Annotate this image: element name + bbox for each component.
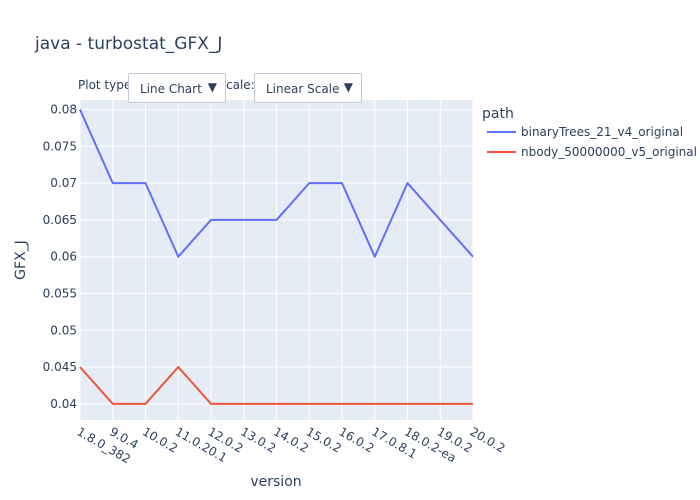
legend-entry: binaryTrees_21_v4_original (521, 125, 683, 139)
scale-value: Linear Scale (266, 82, 340, 96)
x-tick-label: 20.0.2 (468, 424, 508, 455)
y-tick-label: 0.075 (43, 139, 77, 153)
x-axis-title: version (250, 474, 301, 490)
plot-type-dropdown[interactable]: Line Chart ▼ (128, 73, 226, 103)
legend-entry: nbody_50000000_v5_original (521, 145, 697, 159)
x-tick-label: 14.0.2 (271, 424, 311, 455)
y-tick-label: 0.07 (50, 176, 77, 190)
x-axis-ticks: 1.8.0_3829.0.4 10.0.211.0.20.112.0.213.0.… (75, 424, 508, 466)
y-tick-label: 0.05 (50, 323, 77, 337)
y-tick-label: 0.045 (43, 360, 77, 374)
y-tick-label: 0.06 (50, 250, 77, 264)
chart-title: java - turbostat_GFX_J (35, 34, 223, 54)
legend-title: path (482, 106, 514, 122)
y-tick-label: 0.04 (50, 397, 77, 411)
x-tick-label: 15.0.2 (304, 424, 344, 455)
y-tick-label: 0.08 (50, 103, 77, 117)
plot-type-value: Line Chart (140, 82, 202, 96)
plot-type-label: Plot type (78, 78, 132, 92)
chevron-down-icon: ▼ (207, 80, 217, 94)
y-tick-label: 0.065 (43, 213, 77, 227)
chevron-down-icon: ▼ (343, 80, 353, 94)
x-tick-label: 13.0.2 (238, 424, 278, 455)
y-tick-label: 0.055 (43, 286, 77, 300)
x-tick-label: 10.0.2 (140, 424, 180, 455)
legend: path binaryTrees_21_v4_original nbody_500… (482, 106, 697, 159)
scale-dropdown[interactable]: Linear Scale ▼ (254, 73, 362, 103)
y-axis-title: GFX_J (13, 240, 29, 280)
x-tick-label: 16.0.2 (337, 424, 377, 455)
scale-label: cale: (226, 78, 255, 92)
y-axis-ticks: 0.04 0.045 0.05 0.055 0.06 0.065 0.07 0.075 0.08 (43, 103, 77, 411)
